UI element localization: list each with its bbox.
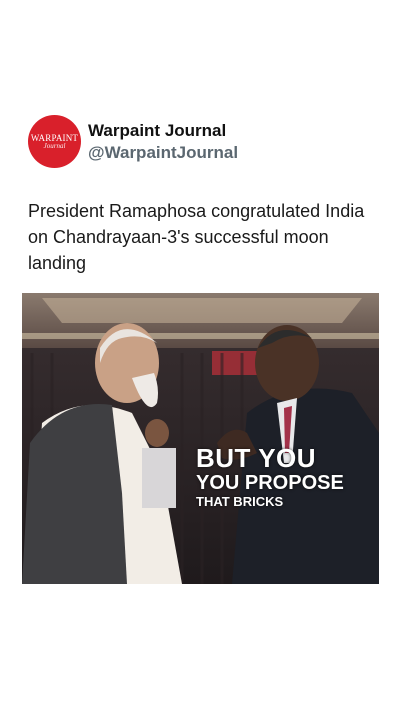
avatar-logo-sub: Journal bbox=[43, 142, 66, 150]
video-subtitle: BUT YOU YOU PROPOSE THAT BRICKS bbox=[196, 445, 344, 508]
video-frame[interactable]: BUT YOU YOU PROPOSE THAT BRICKS bbox=[22, 293, 379, 584]
subtitle-line-2: YOU PROPOSE bbox=[196, 472, 344, 494]
account-avatar[interactable]: WARPAINT Journal bbox=[28, 115, 81, 168]
subtitle-line-1: BUT YOU bbox=[196, 443, 317, 473]
post-header: WARPAINT Journal Warpaint Journal @Warpa… bbox=[28, 115, 378, 171]
account-name[interactable]: Warpaint Journal bbox=[88, 121, 226, 141]
video-scene bbox=[22, 293, 379, 584]
post-caption: President Ramaphosa congratulated India … bbox=[28, 201, 365, 273]
account-handle[interactable]: @WarpaintJournal bbox=[88, 143, 238, 163]
subtitle-line-3: THAT BRICKS bbox=[196, 494, 284, 509]
